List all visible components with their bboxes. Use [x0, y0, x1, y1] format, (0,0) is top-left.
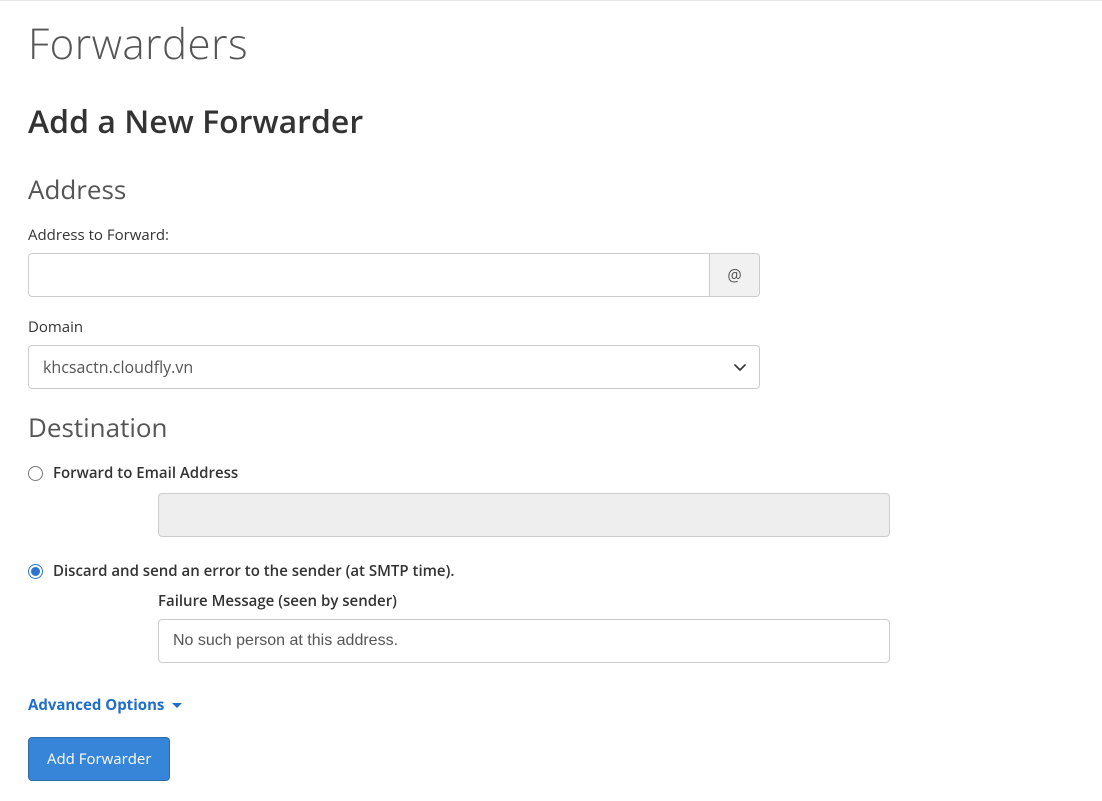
- page-subtitle: Add a New Forwarder: [28, 100, 1074, 143]
- discard-radio[interactable]: [28, 564, 43, 579]
- page-title: Forwarders: [28, 15, 1074, 72]
- address-to-forward-label: Address to Forward:: [28, 225, 1074, 245]
- forward-email-radio[interactable]: [28, 466, 43, 481]
- at-symbol-addon: @: [710, 253, 760, 297]
- domain-select[interactable]: khcsactn.cloudfly.vn: [28, 345, 760, 389]
- section-address-title: Address: [28, 171, 1074, 207]
- forward-email-radio-label: Forward to Email Address: [53, 463, 238, 483]
- advanced-options-toggle[interactable]: Advanced Options: [28, 695, 182, 715]
- address-to-forward-input[interactable]: [28, 253, 710, 297]
- domain-label: Domain: [28, 317, 1074, 337]
- discard-radio-label: Discard and send an error to the sender …: [53, 561, 454, 581]
- failure-message-label: Failure Message (seen by sender): [158, 591, 890, 611]
- failure-message-input[interactable]: [158, 619, 890, 663]
- section-destination-title: Destination: [28, 409, 1074, 445]
- caret-down-icon: [172, 703, 182, 708]
- advanced-options-label: Advanced Options: [28, 695, 164, 715]
- forward-email-input: [158, 493, 890, 537]
- add-forwarder-button[interactable]: Add Forwarder: [28, 737, 170, 781]
